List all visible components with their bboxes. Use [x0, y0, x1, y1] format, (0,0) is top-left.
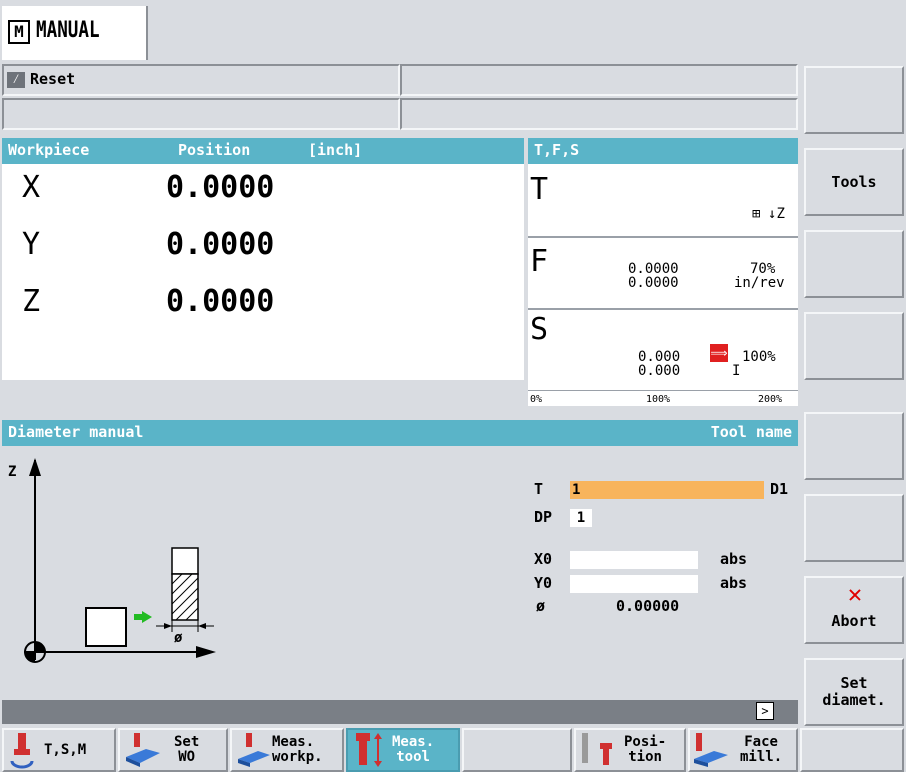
spindle-tool-icon [10, 733, 34, 769]
diameter-value: 0.00000 [616, 597, 680, 615]
measure-header: Diameter manual Tool name [2, 420, 798, 446]
tab-meas-workp-label: Meas. workp. [272, 734, 323, 765]
tool-name-label: Tool name [710, 423, 792, 441]
d-label: D1 [770, 480, 789, 498]
tfs-s-value1: 0.000 [638, 349, 681, 365]
diagram-axis-z: Z [8, 464, 17, 480]
scale-100: 100% [646, 394, 671, 405]
reset-icon: ⁄ [7, 72, 25, 88]
vsoft-5[interactable] [804, 412, 904, 480]
more-softkeys-icon[interactable]: > [756, 702, 774, 720]
tool-orientation-icon: ⊞ [752, 206, 761, 222]
tfs-f-value1: 0.0000 [628, 261, 679, 277]
axis-name-x: X [22, 170, 41, 205]
z-axis-arrow [29, 458, 41, 476]
position-icon [582, 733, 612, 765]
tfs-t-label: T [530, 172, 549, 207]
workpiece [85, 607, 127, 647]
set-wo-icon [126, 733, 160, 767]
tool-shank [171, 547, 199, 575]
scale-0: 0% [530, 394, 543, 405]
face-mill-icon [694, 733, 728, 767]
measure-title: Diameter manual [8, 423, 144, 441]
tab-tsm[interactable]: T,S,M [2, 728, 116, 772]
vsoft-tools[interactable]: Tools [804, 148, 904, 216]
reset-status: Reset [30, 70, 76, 88]
tab-face-mill[interactable]: Face mill. [688, 728, 798, 772]
status-line-1-right [400, 64, 798, 96]
vsoft-1[interactable] [804, 66, 904, 134]
axis-value-z: 0.0000 [166, 284, 275, 319]
tab-tsm-label: T,S,M [44, 741, 87, 758]
tfs-t-axis: ↓Z [768, 206, 785, 222]
tfs-s-gear: I [732, 363, 741, 379]
position-header-left: Workpiece [8, 141, 90, 159]
axis-name-y: Y [22, 227, 41, 262]
tfs-header: T,F,S [528, 138, 798, 164]
dp-label: DP [534, 508, 553, 526]
tfs-s-label: S [530, 312, 549, 347]
tfs-s-percent: 100% [742, 349, 776, 365]
tfs-f-label: F [530, 244, 549, 279]
y0-label: Y0 [534, 574, 553, 592]
y0-field[interactable] [570, 575, 698, 593]
vsoft-4[interactable] [804, 312, 904, 380]
tab-set-wo[interactable]: Set WO [118, 728, 228, 772]
measure-diagram [24, 458, 216, 663]
tab-empty[interactable] [462, 728, 572, 772]
dp-field[interactable]: 1 [570, 509, 592, 527]
abort-button[interactable]: ✕ Abort [804, 576, 904, 644]
approach-arrow [134, 611, 152, 623]
tab-meas-workp[interactable]: Meas. workp. [230, 728, 344, 772]
override-scale-line [528, 390, 798, 391]
tfs-s-value2: 0.000 [638, 363, 681, 379]
tab-meas-tool[interactable]: Meas. tool [346, 728, 460, 772]
status-line-2 [2, 98, 400, 130]
measure-workpiece-icon [238, 733, 270, 767]
tab-set-wo-label: Set WO [174, 734, 200, 765]
tool-number-field[interactable]: 1 [570, 481, 764, 499]
t-label: T [534, 480, 544, 498]
tfs-f-unit: in/rev [734, 275, 785, 291]
diameter-label: ø [536, 597, 546, 615]
x0-unit: abs [720, 550, 748, 568]
tfs-divider-1 [528, 236, 798, 238]
x0-label: X0 [534, 550, 553, 568]
vsoft-3[interactable] [804, 230, 904, 298]
x0-field[interactable] [570, 551, 698, 569]
tab-position[interactable]: Posi- tion [574, 728, 686, 772]
position-header-mid: Position [178, 141, 251, 159]
y0-unit: abs [720, 574, 748, 592]
tab-meas-tool-label: Meas. tool [392, 734, 435, 765]
status-line-2-right [400, 98, 798, 130]
scale-200: 200% [758, 394, 783, 405]
diagram-diameter-symbol: ø [174, 630, 183, 646]
measure-tool-icon [356, 733, 382, 767]
axis-value-y: 0.0000 [166, 227, 275, 262]
position-header-unit: [inch] [308, 141, 363, 159]
x-axis-arrow [196, 646, 216, 658]
tab-position-label: Posi- tion [624, 734, 667, 765]
tfs-divider-2 [528, 308, 798, 310]
abort-label: Abort [831, 612, 877, 630]
tfs-f-percent: 70% [750, 261, 776, 277]
tab-8[interactable] [800, 728, 904, 772]
tab-face-mill-label: Face mill. [740, 734, 783, 765]
info-strip [2, 700, 798, 724]
tfs-t-axis-letter: Z [776, 206, 785, 222]
abort-icon: ✕ [847, 580, 863, 608]
axis-name-z: Z [22, 284, 41, 319]
mode-title: MANUAL [36, 18, 100, 43]
vsoft-6[interactable] [804, 494, 904, 562]
mode-icon: M [8, 20, 30, 44]
set-diameter-button[interactable]: Set diamet. [804, 658, 904, 726]
position-bottom-strip [2, 380, 524, 406]
axis-value-x: 0.0000 [166, 170, 275, 205]
position-header: Workpiece Position [inch] [2, 138, 524, 164]
spindle-icon: ⟹ [710, 344, 728, 362]
tfs-f-value2: 0.0000 [628, 275, 679, 291]
